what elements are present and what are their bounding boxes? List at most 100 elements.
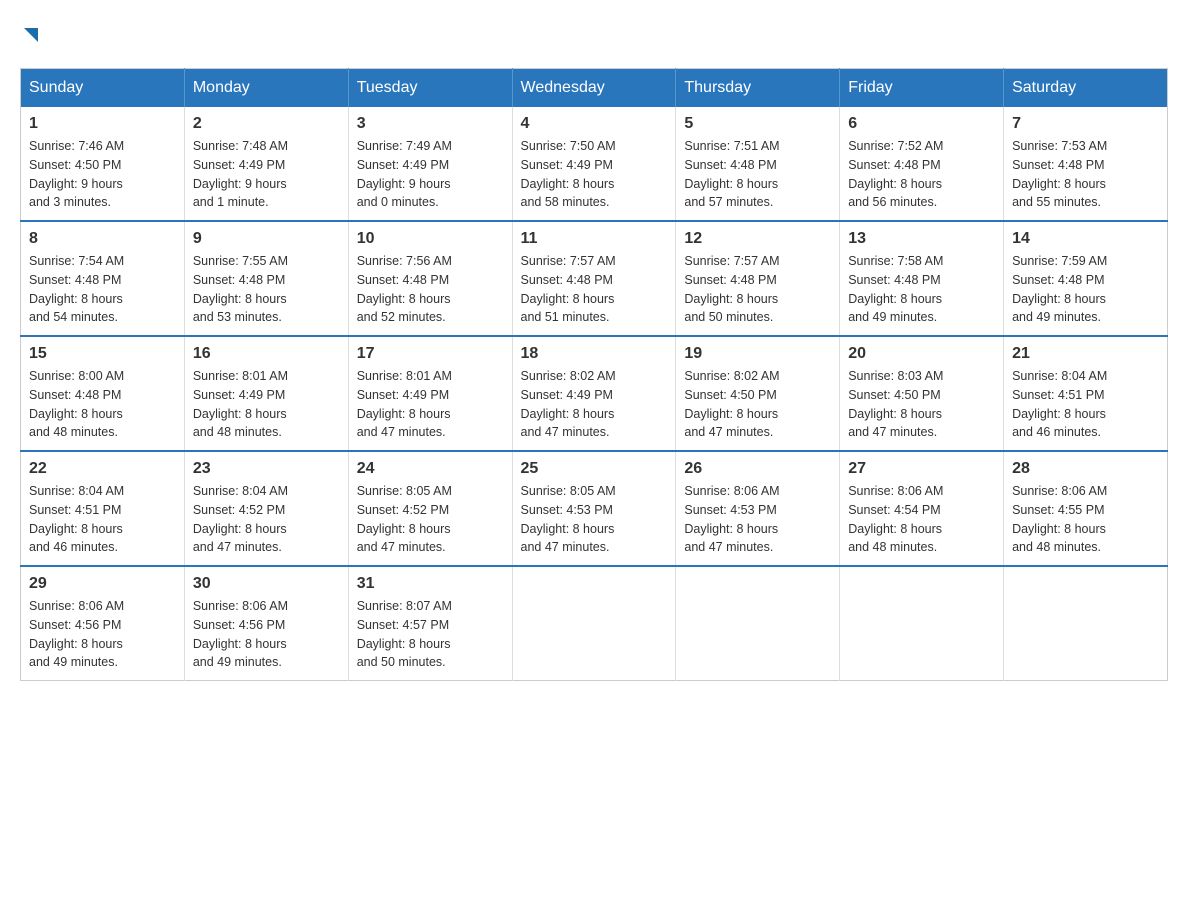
day-number: 31 — [357, 575, 504, 593]
day-info: Sunrise: 8:02 AMSunset: 4:49 PMDaylight:… — [521, 367, 668, 442]
day-number: 16 — [193, 345, 340, 363]
calendar-cell: 2 Sunrise: 7:48 AMSunset: 4:49 PMDayligh… — [184, 107, 348, 221]
day-number: 27 — [848, 460, 995, 478]
day-number: 28 — [1012, 460, 1159, 478]
calendar-cell: 21 Sunrise: 8:04 AMSunset: 4:51 PMDaylig… — [1004, 336, 1168, 451]
day-number: 14 — [1012, 230, 1159, 248]
calendar-cell: 12 Sunrise: 7:57 AMSunset: 4:48 PMDaylig… — [676, 221, 840, 336]
weekday-header-wednesday: Wednesday — [512, 69, 676, 108]
calendar-cell: 14 Sunrise: 7:59 AMSunset: 4:48 PMDaylig… — [1004, 221, 1168, 336]
day-info: Sunrise: 7:53 AMSunset: 4:48 PMDaylight:… — [1012, 137, 1159, 212]
logo-top — [20, 20, 42, 54]
weekday-header-thursday: Thursday — [676, 69, 840, 108]
day-info: Sunrise: 7:57 AMSunset: 4:48 PMDaylight:… — [521, 252, 668, 327]
week-row-1: 1 Sunrise: 7:46 AMSunset: 4:50 PMDayligh… — [21, 107, 1168, 221]
day-info: Sunrise: 8:00 AMSunset: 4:48 PMDaylight:… — [29, 367, 176, 442]
day-number: 10 — [357, 230, 504, 248]
day-info: Sunrise: 8:07 AMSunset: 4:57 PMDaylight:… — [357, 597, 504, 672]
day-info: Sunrise: 7:46 AMSunset: 4:50 PMDaylight:… — [29, 137, 176, 212]
day-number: 30 — [193, 575, 340, 593]
calendar-cell — [512, 566, 676, 681]
day-number: 17 — [357, 345, 504, 363]
day-number: 11 — [521, 230, 668, 248]
calendar-cell: 28 Sunrise: 8:06 AMSunset: 4:55 PMDaylig… — [1004, 451, 1168, 566]
day-number: 25 — [521, 460, 668, 478]
week-row-4: 22 Sunrise: 8:04 AMSunset: 4:51 PMDaylig… — [21, 451, 1168, 566]
calendar-cell: 25 Sunrise: 8:05 AMSunset: 4:53 PMDaylig… — [512, 451, 676, 566]
calendar-cell: 4 Sunrise: 7:50 AMSunset: 4:49 PMDayligh… — [512, 107, 676, 221]
calendar-cell: 26 Sunrise: 8:06 AMSunset: 4:53 PMDaylig… — [676, 451, 840, 566]
weekday-header-sunday: Sunday — [21, 69, 185, 108]
calendar-cell: 3 Sunrise: 7:49 AMSunset: 4:49 PMDayligh… — [348, 107, 512, 221]
calendar-cell — [1004, 566, 1168, 681]
day-info: Sunrise: 8:01 AMSunset: 4:49 PMDaylight:… — [193, 367, 340, 442]
day-number: 29 — [29, 575, 176, 593]
calendar-cell: 22 Sunrise: 8:04 AMSunset: 4:51 PMDaylig… — [21, 451, 185, 566]
calendar-cell: 1 Sunrise: 7:46 AMSunset: 4:50 PMDayligh… — [21, 107, 185, 221]
calendar-cell: 19 Sunrise: 8:02 AMSunset: 4:50 PMDaylig… — [676, 336, 840, 451]
calendar-cell — [840, 566, 1004, 681]
calendar-cell: 5 Sunrise: 7:51 AMSunset: 4:48 PMDayligh… — [676, 107, 840, 221]
day-info: Sunrise: 8:06 AMSunset: 4:54 PMDaylight:… — [848, 482, 995, 557]
day-info: Sunrise: 8:04 AMSunset: 4:52 PMDaylight:… — [193, 482, 340, 557]
logo-arrow-icon — [20, 20, 42, 54]
calendar-cell: 29 Sunrise: 8:06 AMSunset: 4:56 PMDaylig… — [21, 566, 185, 681]
day-number: 2 — [193, 115, 340, 133]
calendar-cell: 16 Sunrise: 8:01 AMSunset: 4:49 PMDaylig… — [184, 336, 348, 451]
calendar-cell: 18 Sunrise: 8:02 AMSunset: 4:49 PMDaylig… — [512, 336, 676, 451]
day-info: Sunrise: 7:49 AMSunset: 4:49 PMDaylight:… — [357, 137, 504, 212]
day-number: 23 — [193, 460, 340, 478]
weekday-header-saturday: Saturday — [1004, 69, 1168, 108]
day-info: Sunrise: 7:55 AMSunset: 4:48 PMDaylight:… — [193, 252, 340, 327]
calendar-cell: 13 Sunrise: 7:58 AMSunset: 4:48 PMDaylig… — [840, 221, 1004, 336]
day-number: 15 — [29, 345, 176, 363]
logo — [20, 20, 42, 48]
weekday-header-tuesday: Tuesday — [348, 69, 512, 108]
day-info: Sunrise: 7:50 AMSunset: 4:49 PMDaylight:… — [521, 137, 668, 212]
day-number: 26 — [684, 460, 831, 478]
day-number: 5 — [684, 115, 831, 133]
day-number: 22 — [29, 460, 176, 478]
day-info: Sunrise: 7:58 AMSunset: 4:48 PMDaylight:… — [848, 252, 995, 327]
day-info: Sunrise: 8:06 AMSunset: 4:53 PMDaylight:… — [684, 482, 831, 557]
calendar-cell: 11 Sunrise: 7:57 AMSunset: 4:48 PMDaylig… — [512, 221, 676, 336]
weekday-header-row: SundayMondayTuesdayWednesdayThursdayFrid… — [21, 69, 1168, 108]
week-row-5: 29 Sunrise: 8:06 AMSunset: 4:56 PMDaylig… — [21, 566, 1168, 681]
calendar-cell: 30 Sunrise: 8:06 AMSunset: 4:56 PMDaylig… — [184, 566, 348, 681]
day-number: 8 — [29, 230, 176, 248]
calendar-cell — [676, 566, 840, 681]
day-number: 1 — [29, 115, 176, 133]
calendar-cell: 20 Sunrise: 8:03 AMSunset: 4:50 PMDaylig… — [840, 336, 1004, 451]
weekday-header-monday: Monday — [184, 69, 348, 108]
calendar-cell: 24 Sunrise: 8:05 AMSunset: 4:52 PMDaylig… — [348, 451, 512, 566]
day-info: Sunrise: 8:02 AMSunset: 4:50 PMDaylight:… — [684, 367, 831, 442]
week-row-3: 15 Sunrise: 8:00 AMSunset: 4:48 PMDaylig… — [21, 336, 1168, 451]
day-number: 9 — [193, 230, 340, 248]
calendar-cell: 23 Sunrise: 8:04 AMSunset: 4:52 PMDaylig… — [184, 451, 348, 566]
calendar-cell: 31 Sunrise: 8:07 AMSunset: 4:57 PMDaylig… — [348, 566, 512, 681]
calendar-cell: 9 Sunrise: 7:55 AMSunset: 4:48 PMDayligh… — [184, 221, 348, 336]
day-number: 21 — [1012, 345, 1159, 363]
calendar-cell: 6 Sunrise: 7:52 AMSunset: 4:48 PMDayligh… — [840, 107, 1004, 221]
weekday-header-friday: Friday — [840, 69, 1004, 108]
day-info: Sunrise: 8:06 AMSunset: 4:55 PMDaylight:… — [1012, 482, 1159, 557]
page-header — [20, 20, 1168, 48]
day-number: 20 — [848, 345, 995, 363]
day-number: 13 — [848, 230, 995, 248]
day-number: 24 — [357, 460, 504, 478]
day-info: Sunrise: 8:04 AMSunset: 4:51 PMDaylight:… — [1012, 367, 1159, 442]
day-info: Sunrise: 7:57 AMSunset: 4:48 PMDaylight:… — [684, 252, 831, 327]
day-info: Sunrise: 8:01 AMSunset: 4:49 PMDaylight:… — [357, 367, 504, 442]
day-info: Sunrise: 7:56 AMSunset: 4:48 PMDaylight:… — [357, 252, 504, 327]
day-number: 7 — [1012, 115, 1159, 133]
day-info: Sunrise: 8:06 AMSunset: 4:56 PMDaylight:… — [193, 597, 340, 672]
week-row-2: 8 Sunrise: 7:54 AMSunset: 4:48 PMDayligh… — [21, 221, 1168, 336]
calendar-cell: 8 Sunrise: 7:54 AMSunset: 4:48 PMDayligh… — [21, 221, 185, 336]
day-info: Sunrise: 8:06 AMSunset: 4:56 PMDaylight:… — [29, 597, 176, 672]
calendar-cell: 27 Sunrise: 8:06 AMSunset: 4:54 PMDaylig… — [840, 451, 1004, 566]
day-info: Sunrise: 7:54 AMSunset: 4:48 PMDaylight:… — [29, 252, 176, 327]
calendar-table: SundayMondayTuesdayWednesdayThursdayFrid… — [20, 68, 1168, 681]
day-number: 19 — [684, 345, 831, 363]
day-info: Sunrise: 8:05 AMSunset: 4:53 PMDaylight:… — [521, 482, 668, 557]
day-number: 12 — [684, 230, 831, 248]
